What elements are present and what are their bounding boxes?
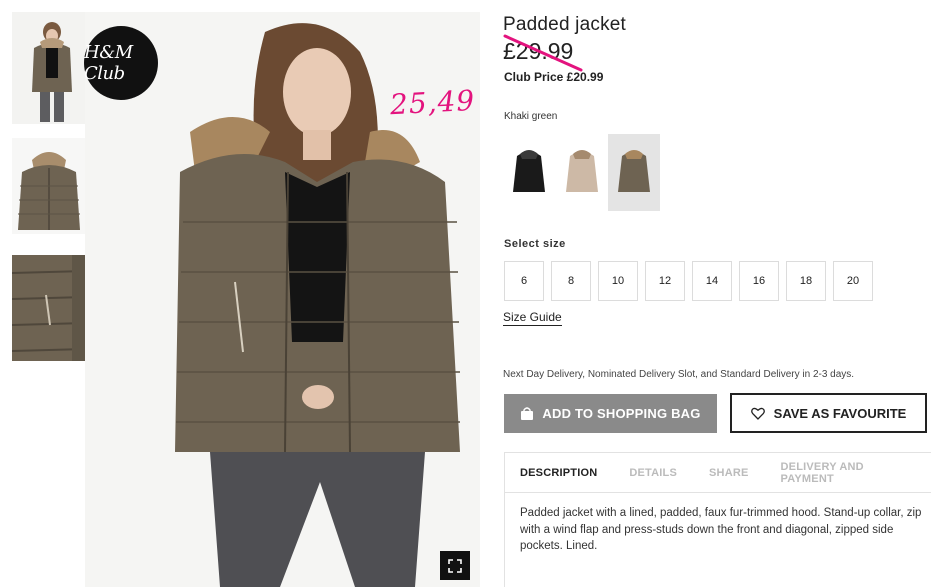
size-option-12[interactable]: 12 xyxy=(645,261,685,301)
thumbnail-jacket-detail[interactable] xyxy=(12,255,86,361)
size-option-18[interactable]: 18 xyxy=(786,261,826,301)
selected-color-name: Khaki green xyxy=(504,111,558,122)
tab-share[interactable]: SHARE xyxy=(709,467,749,479)
fullscreen-button[interactable] xyxy=(440,551,470,580)
save-favourite-label: SAVE AS FAVOURITE xyxy=(773,405,907,421)
thumbnail-jacket-front[interactable] xyxy=(12,138,86,234)
size-option-10[interactable]: 10 xyxy=(598,261,638,301)
tab-details[interactable]: DETAILS xyxy=(629,467,677,479)
thumbnail-jacket-front-image xyxy=(12,138,86,234)
tab-delivery-payment[interactable]: DELIVERY AND PAYMENT xyxy=(781,461,899,485)
club-price: Club Price £20.99 xyxy=(504,70,604,84)
thumbnail-model-full-image xyxy=(12,12,86,124)
tab-description[interactable]: DESCRIPTION xyxy=(520,467,597,479)
size-guide-link[interactable]: Size Guide xyxy=(503,310,562,326)
black-jacket-swatch-image xyxy=(513,150,545,192)
bag-icon xyxy=(521,407,534,420)
size-option-6[interactable]: 6 xyxy=(504,261,544,301)
khaki-jacket-swatch-image xyxy=(618,150,650,192)
save-favourite-button[interactable]: SAVE AS FAVOURITE xyxy=(730,393,927,433)
hm-club-badge: H&M Club xyxy=(84,26,158,100)
size-option-14[interactable]: 14 xyxy=(692,261,732,301)
thumbnail-jacket-detail-image xyxy=(12,255,86,361)
color-swatch-beige[interactable] xyxy=(556,134,608,211)
color-swatch-khaki-green[interactable] xyxy=(608,134,660,211)
add-to-bag-button[interactable]: ADD TO SHOPPING BAG xyxy=(504,394,717,433)
add-to-bag-label: ADD TO SHOPPING BAG xyxy=(542,406,701,421)
handwritten-price-annotation: 25,49 xyxy=(389,83,476,122)
product-info-tabs: DESCRIPTION DETAILS SHARE DELIVERY AND P… xyxy=(504,452,931,587)
color-swatch-black[interactable] xyxy=(503,134,555,211)
size-option-16[interactable]: 16 xyxy=(739,261,779,301)
beige-jacket-swatch-image xyxy=(566,150,598,192)
delivery-info: Next Day Delivery, Nominated Delivery Sl… xyxy=(503,369,855,380)
price-strikethrough-annotation xyxy=(503,34,583,72)
product-description: Padded jacket with a lined, padded, faux… xyxy=(520,507,922,552)
heart-icon xyxy=(750,407,765,420)
size-option-20[interactable]: 20 xyxy=(833,261,873,301)
thumbnail-model-full[interactable] xyxy=(12,12,86,124)
size-option-8[interactable]: 8 xyxy=(551,261,591,301)
tab-bar: DESCRIPTION DETAILS SHARE DELIVERY AND P… xyxy=(505,453,931,493)
select-size-label: Select size xyxy=(504,238,566,250)
expand-icon xyxy=(448,558,462,573)
